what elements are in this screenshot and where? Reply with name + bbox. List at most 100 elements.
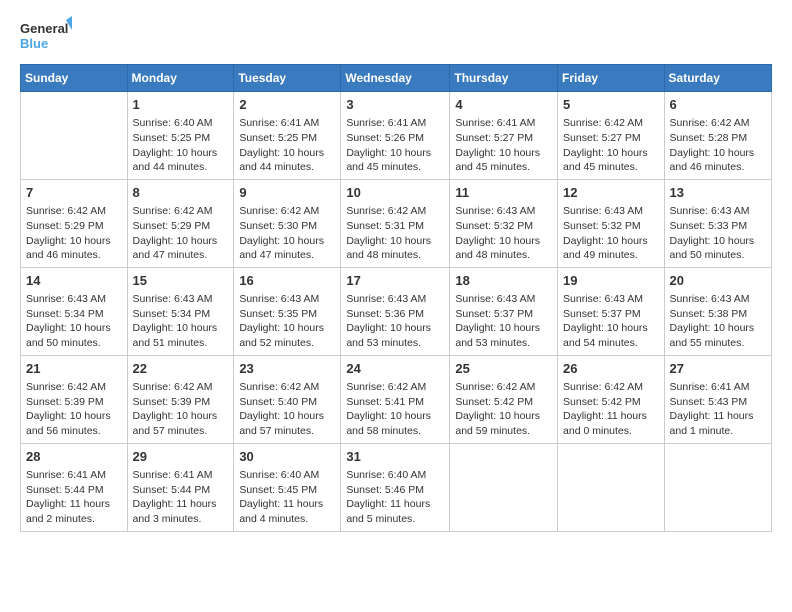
day-info: Sunrise: 6:41 AMSunset: 5:26 PMDaylight:… xyxy=(346,116,444,175)
day-info: Sunrise: 6:42 AMSunset: 5:39 PMDaylight:… xyxy=(133,380,229,439)
day-info: Sunrise: 6:43 AMSunset: 5:34 PMDaylight:… xyxy=(133,292,229,351)
day-number: 12 xyxy=(563,184,659,202)
calendar-cell: 30 Sunrise: 6:40 AMSunset: 5:45 PMDayligh… xyxy=(234,443,341,531)
day-info: Sunrise: 6:42 AMSunset: 5:29 PMDaylight:… xyxy=(133,204,229,263)
day-info: Sunrise: 6:43 AMSunset: 5:37 PMDaylight:… xyxy=(563,292,659,351)
day-info: Sunrise: 6:40 AMSunset: 5:45 PMDaylight:… xyxy=(239,468,335,527)
logo-svg: General Blue xyxy=(20,16,72,56)
day-info: Sunrise: 6:41 AMSunset: 5:44 PMDaylight:… xyxy=(133,468,229,527)
calendar-cell: 29 Sunrise: 6:41 AMSunset: 5:44 PMDayligh… xyxy=(127,443,234,531)
day-number: 4 xyxy=(455,96,552,114)
calendar-cell: 16Sunrise: 6:43 AMSunset: 5:35 PMDayligh… xyxy=(234,267,341,355)
day-info: Sunrise: 6:40 AMSunset: 5:46 PMDaylight:… xyxy=(346,468,444,527)
day-info: Sunrise: 6:43 AMSunset: 5:38 PMDaylight:… xyxy=(670,292,766,351)
calendar-cell: 8 Sunrise: 6:42 AMSunset: 5:29 PMDaylight… xyxy=(127,179,234,267)
weekday-header: Wednesday xyxy=(341,65,450,92)
day-number: 23 xyxy=(239,360,335,378)
calendar-cell: 26 Sunrise: 6:42 AMSunset: 5:42 PMDayligh… xyxy=(558,355,665,443)
day-info: Sunrise: 6:40 AMSunset: 5:25 PMDaylight:… xyxy=(133,116,229,175)
weekday-header: Sunday xyxy=(21,65,128,92)
day-info: Sunrise: 6:42 AMSunset: 5:30 PMDaylight:… xyxy=(239,204,335,263)
calendar-cell: 5 Sunrise: 6:42 AMSunset: 5:27 PMDaylight… xyxy=(558,92,665,180)
weekday-header: Monday xyxy=(127,65,234,92)
day-info: Sunrise: 6:41 AMSunset: 5:44 PMDaylight:… xyxy=(26,468,122,527)
day-number: 9 xyxy=(239,184,335,202)
calendar-cell: 3 Sunrise: 6:41 AMSunset: 5:26 PMDaylight… xyxy=(341,92,450,180)
page-header: General Blue xyxy=(20,16,772,56)
day-info: Sunrise: 6:43 AMSunset: 5:32 PMDaylight:… xyxy=(563,204,659,263)
calendar-cell: 2Sunrise: 6:41 AMSunset: 5:25 PMDaylight… xyxy=(234,92,341,180)
day-number: 3 xyxy=(346,96,444,114)
weekday-header: Tuesday xyxy=(234,65,341,92)
calendar-cell: 6Sunrise: 6:42 AMSunset: 5:28 PMDaylight… xyxy=(664,92,771,180)
day-info: Sunrise: 6:43 AMSunset: 5:32 PMDaylight:… xyxy=(455,204,552,263)
svg-text:Blue: Blue xyxy=(20,36,48,51)
calendar-cell: 17 Sunrise: 6:43 AMSunset: 5:36 PMDayligh… xyxy=(341,267,450,355)
day-number: 19 xyxy=(563,272,659,290)
calendar-cell: 9 Sunrise: 6:42 AMSunset: 5:30 PMDaylight… xyxy=(234,179,341,267)
day-number: 25 xyxy=(455,360,552,378)
calendar-cell: 14 Sunrise: 6:43 AMSunset: 5:34 PMDayligh… xyxy=(21,267,128,355)
day-info: Sunrise: 6:43 AMSunset: 5:33 PMDaylight:… xyxy=(670,204,766,263)
day-info: Sunrise: 6:42 AMSunset: 5:29 PMDaylight:… xyxy=(26,204,122,263)
day-number: 15 xyxy=(133,272,229,290)
calendar-cell: 27Sunrise: 6:41 AMSunset: 5:43 PMDayligh… xyxy=(664,355,771,443)
weekday-header: Saturday xyxy=(664,65,771,92)
calendar-week-row: 1Sunrise: 6:40 AMSunset: 5:25 PMDaylight… xyxy=(21,92,772,180)
day-info: Sunrise: 6:42 AMSunset: 5:39 PMDaylight:… xyxy=(26,380,122,439)
day-number: 20 xyxy=(670,272,766,290)
calendar-cell: 20 Sunrise: 6:43 AMSunset: 5:38 PMDayligh… xyxy=(664,267,771,355)
day-number: 21 xyxy=(26,360,122,378)
day-info: Sunrise: 6:43 AMSunset: 5:36 PMDaylight:… xyxy=(346,292,444,351)
day-number: 14 xyxy=(26,272,122,290)
day-info: Sunrise: 6:42 AMSunset: 5:40 PMDaylight:… xyxy=(239,380,335,439)
day-number: 13 xyxy=(670,184,766,202)
day-info: Sunrise: 6:42 AMSunset: 5:42 PMDaylight:… xyxy=(563,380,659,439)
calendar-cell xyxy=(664,443,771,531)
day-info: Sunrise: 6:42 AMSunset: 5:41 PMDaylight:… xyxy=(346,380,444,439)
day-number: 30 xyxy=(239,448,335,466)
calendar-cell: 31 Sunrise: 6:40 AMSunset: 5:46 PMDayligh… xyxy=(341,443,450,531)
calendar-cell xyxy=(21,92,128,180)
calendar-week-row: 14 Sunrise: 6:43 AMSunset: 5:34 PMDayligh… xyxy=(21,267,772,355)
day-number: 18 xyxy=(455,272,552,290)
day-number: 2 xyxy=(239,96,335,114)
calendar-cell xyxy=(558,443,665,531)
day-number: 10 xyxy=(346,184,444,202)
svg-text:General: General xyxy=(20,21,68,36)
calendar-cell: 18 Sunrise: 6:43 AMSunset: 5:37 PMDayligh… xyxy=(450,267,558,355)
calendar-cell: 15 Sunrise: 6:43 AMSunset: 5:34 PMDayligh… xyxy=(127,267,234,355)
calendar-cell: 21 Sunrise: 6:42 AMSunset: 5:39 PMDayligh… xyxy=(21,355,128,443)
calendar-cell: 10Sunrise: 6:42 AMSunset: 5:31 PMDayligh… xyxy=(341,179,450,267)
logo: General Blue xyxy=(20,16,72,56)
calendar-cell: 7 Sunrise: 6:42 AMSunset: 5:29 PMDaylight… xyxy=(21,179,128,267)
day-number: 29 xyxy=(133,448,229,466)
calendar-cell: 1Sunrise: 6:40 AMSunset: 5:25 PMDaylight… xyxy=(127,92,234,180)
calendar-cell: 28 Sunrise: 6:41 AMSunset: 5:44 PMDayligh… xyxy=(21,443,128,531)
day-number: 31 xyxy=(346,448,444,466)
calendar-week-row: 21 Sunrise: 6:42 AMSunset: 5:39 PMDayligh… xyxy=(21,355,772,443)
calendar-cell: 22 Sunrise: 6:42 AMSunset: 5:39 PMDayligh… xyxy=(127,355,234,443)
day-number: 5 xyxy=(563,96,659,114)
calendar-cell: 25Sunrise: 6:42 AMSunset: 5:42 PMDayligh… xyxy=(450,355,558,443)
calendar-cell: 24 Sunrise: 6:42 AMSunset: 5:41 PMDayligh… xyxy=(341,355,450,443)
day-number: 28 xyxy=(26,448,122,466)
calendar-table: SundayMondayTuesdayWednesdayThursdayFrid… xyxy=(20,64,772,532)
day-number: 7 xyxy=(26,184,122,202)
day-number: 22 xyxy=(133,360,229,378)
day-info: Sunrise: 6:43 AMSunset: 5:37 PMDaylight:… xyxy=(455,292,552,351)
calendar-week-row: 7 Sunrise: 6:42 AMSunset: 5:29 PMDaylight… xyxy=(21,179,772,267)
day-number: 16 xyxy=(239,272,335,290)
day-number: 26 xyxy=(563,360,659,378)
weekday-header: Friday xyxy=(558,65,665,92)
day-number: 8 xyxy=(133,184,229,202)
weekday-header: Thursday xyxy=(450,65,558,92)
day-number: 27 xyxy=(670,360,766,378)
day-number: 24 xyxy=(346,360,444,378)
calendar-cell: 12 Sunrise: 6:43 AMSunset: 5:32 PMDayligh… xyxy=(558,179,665,267)
day-info: Sunrise: 6:43 AMSunset: 5:34 PMDaylight:… xyxy=(26,292,122,351)
day-info: Sunrise: 6:42 AMSunset: 5:27 PMDaylight:… xyxy=(563,116,659,175)
day-info: Sunrise: 6:41 AMSunset: 5:27 PMDaylight:… xyxy=(455,116,552,175)
day-number: 17 xyxy=(346,272,444,290)
calendar-cell: 19 Sunrise: 6:43 AMSunset: 5:37 PMDayligh… xyxy=(558,267,665,355)
